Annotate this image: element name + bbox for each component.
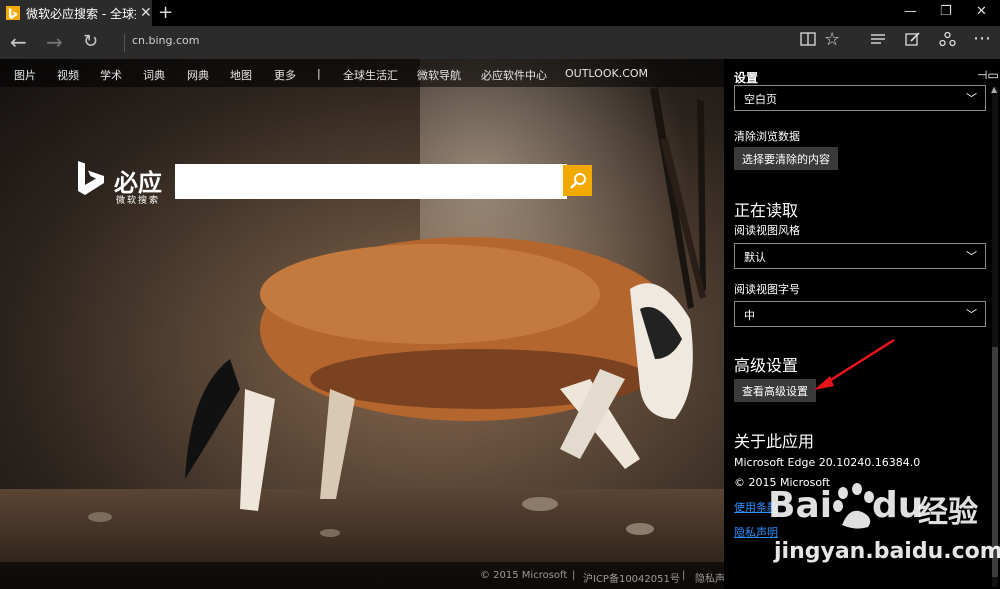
nav-link-videos[interactable]: 视频: [57, 67, 79, 83]
footer-privacy[interactable]: 隐私声: [695, 570, 724, 585]
nav-link-outlook[interactable]: OUTLOOK.COM: [565, 67, 648, 80]
reading-view-icon[interactable]: [800, 31, 816, 50]
reading-heading: 正在读取: [734, 201, 799, 220]
browser-tab[interactable]: 微软必应搜索 - 全球搜索 ✕: [0, 0, 152, 26]
logo-subtitle: 微软搜索: [116, 196, 161, 206]
oryx-image: [88, 87, 706, 537]
back-icon[interactable]: ←: [10, 30, 27, 54]
reading-font-select[interactable]: 中 ﹀: [734, 301, 986, 327]
reading-style-select[interactable]: 默认 ﹀: [734, 243, 986, 269]
settings-title: 设置: [734, 71, 759, 85]
chevron-down-icon: ﹀: [966, 250, 977, 263]
bing-b-icon: [78, 161, 104, 195]
reading-font-label: 阅读视图字号: [734, 283, 800, 296]
about-heading: 关于此应用: [734, 432, 815, 451]
address-separator: [124, 34, 125, 52]
view-advanced-settings-button[interactable]: 查看高级设置: [734, 379, 816, 402]
advanced-heading: 高级设置: [734, 356, 799, 375]
close-window-icon[interactable]: ✕: [976, 4, 987, 19]
more-icon[interactable]: ⋯: [973, 28, 991, 49]
minimize-icon[interactable]: —: [904, 4, 917, 19]
baidu-watermark: Bai du 经验 jingyan.baidu.com: [768, 475, 1000, 585]
reading-style-label: 阅读视图风格: [734, 224, 800, 237]
new-tab-button[interactable]: +: [158, 2, 173, 23]
nav-link-more[interactable]: 更多: [274, 67, 296, 83]
forward-icon[interactable]: →: [46, 30, 63, 54]
footer-separator: |: [682, 570, 686, 581]
footer-separator: |: [572, 570, 576, 581]
bing-favicon-icon: [6, 6, 20, 20]
refresh-icon[interactable]: ↻: [83, 31, 98, 52]
nav-separator: |: [317, 67, 321, 80]
title-bar: 微软必应搜索 - 全球搜索 ✕ + — ❐ ✕: [0, 0, 1000, 26]
nav-link-software-center[interactable]: 必应软件中心: [481, 67, 547, 83]
watermark-url: jingyan.baidu.com: [774, 539, 1000, 564]
address-bar: ← → ↻ cn.bing.com ☆ ⋯: [0, 26, 1000, 59]
search-icon: [569, 172, 586, 189]
nav-link-webdict[interactable]: 网典: [187, 67, 209, 83]
reading-style-value: 默认: [744, 251, 766, 264]
search-input[interactable]: [175, 164, 567, 199]
url-field[interactable]: cn.bing.com: [132, 34, 200, 47]
web-page: 图片 视频 学术 词典 网典 地图 更多 | 全球生活汇 微软导航 必应软件中心…: [0, 59, 724, 589]
share-icon[interactable]: [939, 31, 956, 51]
search-button[interactable]: [563, 165, 592, 196]
nav-link-dictionary[interactable]: 词典: [143, 67, 165, 83]
page-footer: © 2015 Microsoft | 沪ICP备10042051号 | 隐私声: [0, 562, 724, 589]
nav-link-maps[interactable]: 地图: [230, 67, 252, 83]
watermark-jingyan: 经验: [918, 495, 978, 530]
nav-link-life[interactable]: 全球生活汇: [343, 67, 398, 83]
nav-link-ms-nav[interactable]: 微软导航: [417, 67, 461, 83]
chevron-down-icon: ﹀: [966, 308, 977, 321]
favorite-star-icon[interactable]: ☆: [824, 29, 840, 50]
scroll-up-icon[interactable]: ▲: [991, 85, 997, 94]
reading-font-value: 中: [744, 309, 755, 322]
pin-icon[interactable]: ⊣▭: [977, 68, 999, 82]
clear-data-label: 清除浏览数据: [734, 130, 800, 143]
watermark-brand: Bai: [768, 485, 833, 526]
web-note-icon[interactable]: [905, 31, 921, 51]
chevron-down-icon: ﹀: [966, 92, 977, 105]
footer-icp[interactable]: 沪ICP备10042051号: [583, 570, 680, 585]
tab-title: 微软必应搜索 - 全球搜索: [26, 6, 136, 21]
choose-clear-button[interactable]: 选择要清除的内容: [734, 147, 838, 170]
tab-close-icon[interactable]: ✕: [140, 5, 152, 21]
startup-page-value: 空白页: [744, 93, 777, 106]
nav-link-academic[interactable]: 学术: [100, 67, 122, 83]
bing-nav-strip: 图片 视频 学术 词典 网典 地图 更多 | 全球生活汇 微软导航 必应软件中心…: [0, 59, 724, 87]
maximize-icon[interactable]: ❐: [940, 4, 952, 19]
watermark-brand-suffix: du: [872, 485, 924, 526]
version-text: Microsoft Edge 20.10240.16384.0: [734, 456, 921, 469]
startup-page-select[interactable]: 空白页 ﹀: [734, 85, 986, 111]
hub-icon[interactable]: [870, 31, 886, 50]
nav-link-images[interactable]: 图片: [14, 67, 36, 83]
footer-copyright: © 2015 Microsoft: [480, 570, 568, 581]
